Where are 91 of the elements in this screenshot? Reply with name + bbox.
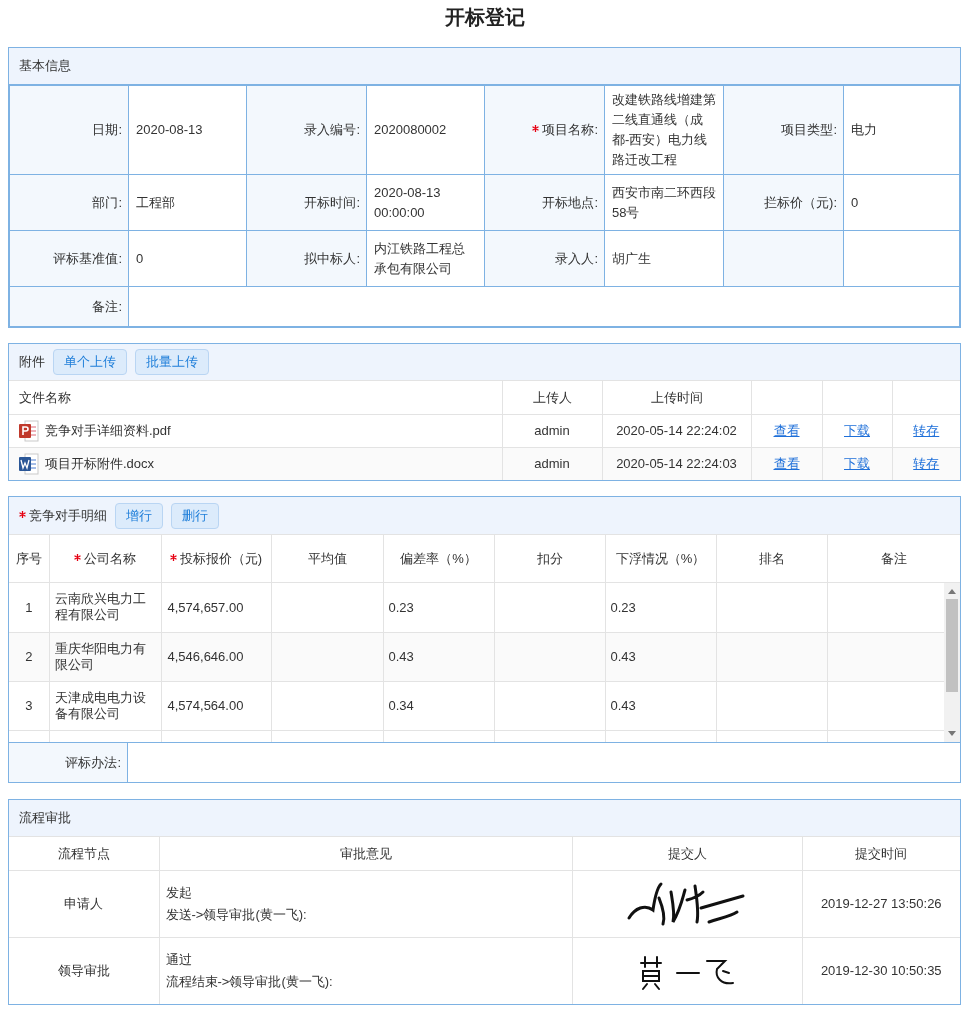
scroll-up-icon[interactable]	[948, 588, 956, 594]
scrollbar[interactable]	[944, 583, 960, 742]
field-label: 拦标价（元):	[764, 194, 837, 210]
field-value: 2020-08-13	[136, 122, 203, 137]
field-label: 项目类型:	[781, 122, 837, 138]
table-cell: 0.43	[388, 648, 414, 664]
table-cell: 3	[25, 697, 33, 713]
table-cell: 4,574,564.00	[167, 697, 244, 713]
field-label: 评标基准值:	[53, 250, 122, 266]
table-cell: 天津成电电力设备有限公司	[54, 689, 146, 721]
field-value: 内江铁路工程总承包有限公司	[374, 240, 465, 276]
field-label: 开标地点:	[542, 194, 598, 210]
action-link[interactable]: 下载	[844, 422, 870, 438]
column-header: 公司名称	[74, 551, 136, 566]
column-header: 上传时间	[650, 389, 703, 405]
upload-button[interactable]: 批量上传	[135, 349, 209, 375]
table-cell: 0.34	[388, 697, 414, 713]
table-cell: 2	[25, 648, 33, 664]
field-value: 改建铁路线增建第二线直通线（成都-西安）电力线路迁改工程	[612, 92, 716, 167]
table-cell: 0.43	[610, 697, 636, 713]
table-cell: 2020-05-14 22:24:02	[616, 422, 737, 438]
field-label: 录入人:	[555, 250, 598, 266]
page-title: 开标登记	[444, 5, 525, 30]
field-value: 2020080002	[374, 122, 447, 137]
column-header: 偏差率（%）	[400, 551, 477, 566]
section-title: 竞争对手明细	[19, 505, 107, 526]
opinion-text: 发送->领导审批(黄一飞):	[165, 905, 308, 924]
action-link[interactable]: 下载	[844, 456, 870, 471]
field-label: 项目名称:	[532, 122, 598, 138]
action-link[interactable]: 查看	[773, 456, 800, 471]
column-header: 排名	[758, 551, 785, 566]
table-cell: 1	[25, 599, 33, 615]
section-title: 附件	[19, 353, 45, 372]
field-label: 日期:	[92, 122, 122, 138]
field-value: 西安市南二环西段58号	[612, 184, 716, 220]
table-cell: 2019-12-27 13:50:26	[820, 895, 942, 911]
field-value: 2020-08-13 00:00:00	[374, 184, 441, 220]
column-header: 序号	[15, 551, 42, 566]
field-value: 0	[851, 194, 859, 210]
table-cell: 0.43	[610, 648, 636, 664]
word-file-icon	[19, 452, 39, 475]
column-header: 平均值	[307, 551, 347, 566]
table-cell: 云南欣兴电力工程有限公司	[54, 591, 146, 623]
row-button[interactable]: 删行	[171, 502, 219, 529]
opinion-text: 通过	[165, 950, 193, 969]
table-cell: 重庆华阳电力有限公司	[54, 640, 146, 672]
field-value: 0	[136, 250, 144, 266]
table-cell: admin	[534, 456, 570, 471]
field-label: 部门:	[92, 194, 122, 210]
file-name: 竞争对手详细资料.pdf	[45, 421, 171, 440]
table-cell: 0.23	[388, 599, 414, 615]
scroll-down-icon[interactable]	[948, 731, 956, 737]
column-header: 审批意见	[339, 845, 392, 861]
field-label: 备注:	[92, 298, 122, 314]
opinion-text: 发起	[165, 883, 193, 902]
scrollbar-thumb[interactable]	[946, 599, 958, 692]
input-field[interactable]	[128, 286, 960, 327]
field-value: 电力	[851, 122, 877, 137]
column-header: 提交人	[667, 845, 707, 861]
column-header: 流程节点	[57, 845, 110, 861]
table-cell: 领导审批	[57, 963, 110, 978]
section-title: 流程审批	[19, 809, 71, 828]
opinion-text: 流程结束->领导审批(黄一飞):	[165, 972, 334, 991]
section-title: 基本信息	[19, 57, 71, 76]
pdf-file-icon	[19, 419, 39, 442]
field-label: 拟中标人:	[304, 250, 360, 266]
field-label: 开标时间:	[304, 194, 360, 210]
field-label: 评标办法:	[65, 753, 121, 772]
field-value: 工程部	[136, 194, 175, 210]
table-cell: 4,546,646.00	[167, 648, 244, 664]
upload-button[interactable]: 单个上传	[53, 349, 127, 375]
column-header: 文件名称	[19, 389, 71, 405]
table-cell: 2020-05-14 22:24:03	[616, 456, 737, 471]
column-header: 扣分	[536, 551, 563, 566]
column-header: 投标报价（元)	[169, 551, 263, 566]
action-link[interactable]: 转存	[913, 422, 940, 438]
column-header: 下浮情况（%）	[615, 551, 706, 566]
table-cell: 4,574,657.00	[167, 599, 244, 615]
column-header: 备注	[880, 551, 907, 566]
action-link[interactable]: 转存	[913, 456, 940, 471]
field-value: 胡广生	[612, 250, 651, 266]
table-cell: admin	[534, 422, 570, 438]
column-header: 上传人	[532, 389, 572, 405]
file-name: 项目开标附件.docx	[45, 455, 155, 473]
table-cell: 2019-12-30 10:50:35	[820, 963, 942, 978]
table-cell: 0.23	[610, 599, 636, 615]
table-cell: 申请人	[64, 895, 104, 911]
column-header: 提交时间	[855, 845, 908, 861]
action-link[interactable]: 查看	[773, 422, 800, 438]
row-button[interactable]: 增行	[115, 502, 163, 529]
field-label: 录入编号:	[304, 122, 360, 138]
